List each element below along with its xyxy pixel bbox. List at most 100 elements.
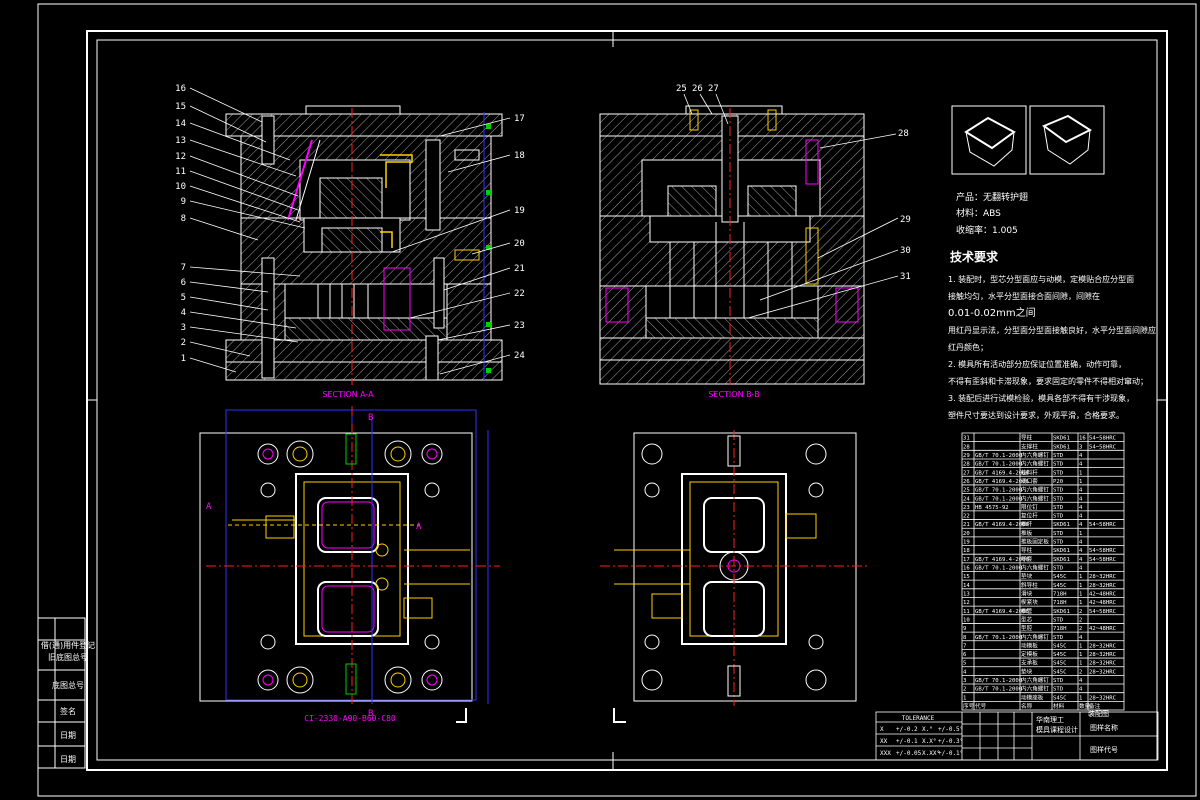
bom-cell: 1 bbox=[1079, 470, 1082, 476]
bom-cell: 1 bbox=[1079, 479, 1082, 485]
bom-cell: 11 bbox=[963, 609, 970, 615]
bom-cell: STD bbox=[1053, 687, 1064, 693]
tech-line-2: 接触均匀，水平分型面接合面间隙，间隙在 bbox=[948, 291, 1100, 301]
tech-line-8: 3. 装配后进行试模检验，模具各部不得有干涉现象， bbox=[948, 393, 1134, 403]
bom-cell: STD bbox=[1053, 678, 1064, 684]
section-aa-view bbox=[225, 105, 503, 385]
balloon-6: 6 bbox=[181, 278, 186, 288]
bom-cell: STD bbox=[1053, 496, 1064, 502]
bom-cell: S45C bbox=[1053, 574, 1066, 580]
bom-cell: 4 bbox=[1079, 522, 1083, 528]
bom-cell: STD bbox=[1053, 505, 1064, 511]
left-strip-cell-1: 借(通)用件登记 bbox=[41, 640, 95, 650]
bom-cell: 定模板 bbox=[1021, 650, 1038, 658]
bom-cell: 4 bbox=[1079, 496, 1083, 502]
bom-cell: 4 bbox=[1079, 635, 1083, 641]
bom-cell: 垫块 bbox=[1021, 667, 1033, 675]
balloon-13: 13 bbox=[175, 136, 186, 146]
bom-cell: S45C bbox=[1053, 643, 1066, 649]
bom-cell: 7 bbox=[963, 643, 966, 649]
bom-cell: 10 bbox=[963, 617, 970, 623]
balloon-16: 16 bbox=[175, 84, 186, 94]
bom-cell: 1 bbox=[1079, 661, 1082, 667]
product-name: 产品：无翻转护翅 bbox=[956, 191, 1028, 203]
balloon-9: 9 bbox=[181, 197, 186, 207]
bom-cell: 动模板 bbox=[1021, 641, 1038, 649]
bom-cell: 8 bbox=[963, 635, 967, 641]
bom-cell: 导套 bbox=[1021, 555, 1033, 563]
bom-cell: 支承板 bbox=[1021, 659, 1038, 667]
bom-cell: 54~58HRC bbox=[1089, 444, 1116, 450]
bom-cell: 导柱 bbox=[1021, 546, 1033, 554]
bom-cell: S45C bbox=[1053, 652, 1066, 658]
bom-cell: STD bbox=[1053, 635, 1064, 641]
bom-cell: 718H bbox=[1053, 591, 1066, 597]
bom-cell: 1 bbox=[1079, 591, 1082, 597]
balloon-15: 15 bbox=[175, 102, 186, 112]
bom-cell: 6 bbox=[963, 652, 966, 658]
bom-cell: 42~48HRC bbox=[1089, 626, 1116, 632]
tech-requirements: 1. 装配时，型芯分型面应与动模，定模贴合应分型面 接触均匀，水平分型面接合面间… bbox=[948, 274, 1156, 420]
bom-cell: 3 bbox=[1079, 444, 1082, 450]
bom-cell: STD bbox=[1053, 566, 1064, 572]
tol-r1-c2: +/-0.2 bbox=[896, 726, 918, 733]
product-material: 材料：ABS bbox=[956, 207, 1001, 219]
balloon-27: 27 bbox=[708, 84, 719, 94]
bom-cell: 4 bbox=[1079, 488, 1083, 494]
tech-line-1: 1. 装配时，型芯分型面应与动模，定模贴合应分型面 bbox=[948, 274, 1134, 284]
bom-cell: 2 bbox=[963, 687, 966, 693]
cut-mark-b-top: B bbox=[368, 413, 373, 423]
bom-cell: 型芯 bbox=[1021, 615, 1033, 623]
bom-cell: STD bbox=[1053, 453, 1064, 459]
bom-cell: STD bbox=[1053, 617, 1064, 623]
bom-cell: STD bbox=[1053, 540, 1064, 546]
tech-title: 技术要求 bbox=[950, 249, 999, 264]
bom-cell: 9 bbox=[963, 626, 966, 632]
bom-cell: 内六角螺钉 bbox=[1021, 460, 1049, 468]
bom-cell: 4 bbox=[1079, 462, 1083, 468]
bom-cell: 23 bbox=[963, 505, 970, 511]
bom-cell: 推板固定板 bbox=[1021, 538, 1049, 546]
tol-r2-c1: XX bbox=[880, 738, 888, 745]
bom-cell: S45C bbox=[1053, 695, 1066, 701]
balloon-7: 7 bbox=[181, 263, 186, 273]
tol-r2-c4: +/-0.3° bbox=[938, 738, 963, 745]
tol-r3-c4: +/-0.1° bbox=[938, 750, 963, 757]
bom-cell: 内六角螺钉 bbox=[1021, 633, 1049, 641]
balloon-31: 31 bbox=[900, 272, 911, 282]
bom-cell: 内六角螺钉 bbox=[1021, 676, 1049, 684]
bom-cell: 28~32HRC bbox=[1089, 583, 1116, 589]
bom-cell: 内六角螺钉 bbox=[1021, 564, 1049, 572]
bom-cell: 1 bbox=[963, 695, 966, 701]
bom-cell: GB/T 70.1-2000 bbox=[975, 462, 1022, 468]
bom-cell: STD bbox=[1053, 531, 1064, 537]
balloon-2: 2 bbox=[181, 338, 186, 348]
bom-cell: 20 bbox=[963, 531, 970, 537]
section-bb-view bbox=[599, 105, 865, 385]
bom-cell: GB/T 70.1-2000 bbox=[975, 488, 1022, 494]
balloon-30: 30 bbox=[900, 246, 911, 256]
bom-cell: 楔紧块 bbox=[1021, 598, 1038, 606]
bom-cell: 28~32HRC bbox=[1089, 574, 1116, 580]
bom-cell: 12 bbox=[963, 600, 970, 606]
bom-cell: 3 bbox=[963, 678, 966, 684]
cut-mark-a-right: A bbox=[416, 522, 422, 532]
bom-cell: SKD61 bbox=[1053, 444, 1070, 450]
bom-cell: 2 bbox=[1079, 669, 1082, 675]
bom-cell: STD bbox=[1053, 514, 1064, 520]
balloon-26: 26 bbox=[692, 84, 703, 94]
bom-cell: 1 bbox=[1079, 652, 1082, 658]
ejector-plates bbox=[284, 317, 448, 341]
bom-cell: 24 bbox=[963, 496, 970, 502]
bom-cell: 4 bbox=[1079, 566, 1083, 572]
bom-cell: STD bbox=[1053, 462, 1064, 468]
left-strip-cell-6: 日期 bbox=[60, 755, 76, 764]
title-block-text: TOLERANCE X +/-0.2 X.° +/-0.5° XX +/-0.1… bbox=[880, 715, 963, 757]
bom-cell: SKD61 bbox=[1053, 522, 1070, 528]
bom-cell: 5 bbox=[963, 661, 966, 667]
product-info: 产品：无翻转护翅 材料：ABS 收缩率：1.005 bbox=[956, 191, 1028, 236]
tol-r2-c3: X.X° bbox=[922, 738, 936, 745]
bom-cell: 复位杆 bbox=[1021, 512, 1038, 520]
bom-cell: 718H bbox=[1053, 600, 1066, 606]
balloon-1: 1 bbox=[181, 354, 186, 364]
